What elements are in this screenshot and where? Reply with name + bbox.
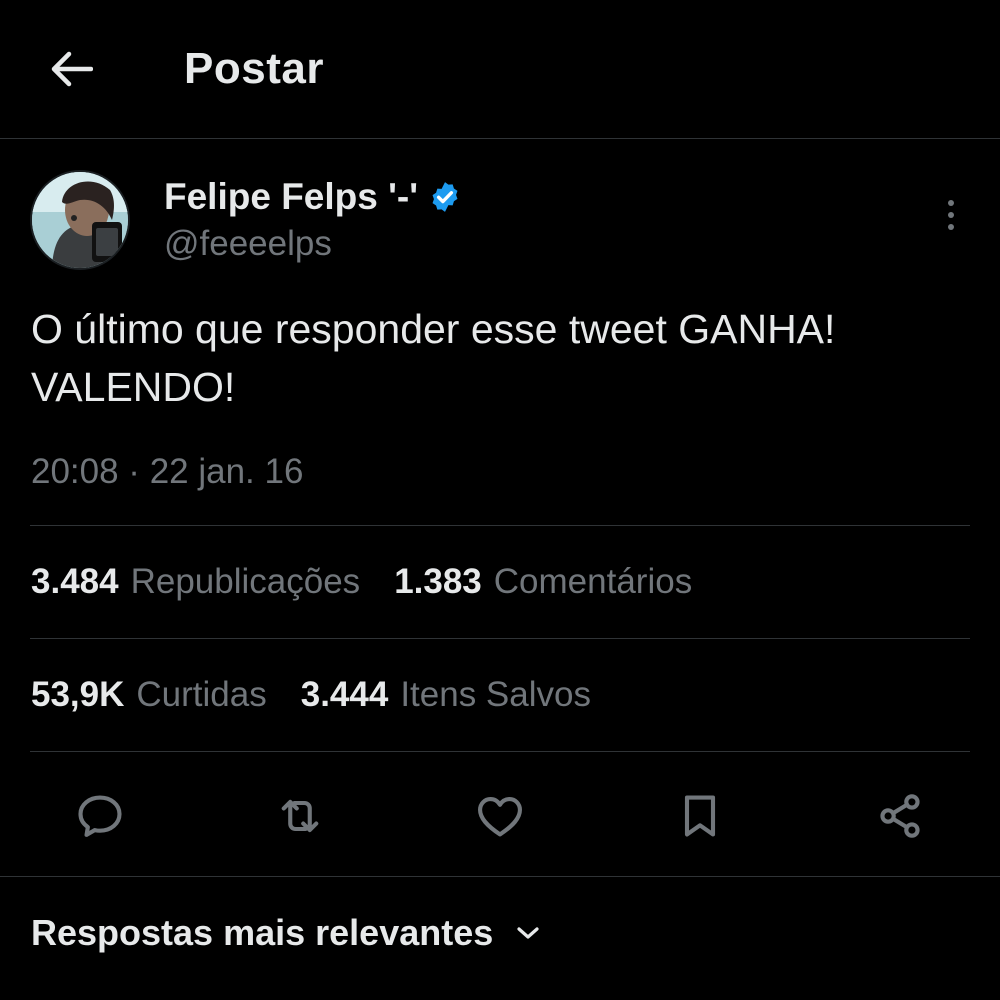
retweet-icon [281, 799, 319, 833]
more-dots-icon [948, 200, 954, 206]
back-button[interactable] [36, 34, 106, 104]
share-icon [880, 794, 920, 838]
more-dot [948, 212, 954, 218]
divider [0, 876, 1000, 877]
tweet-timestamp[interactable]: 20:08 · 22 jan. 16 [31, 452, 303, 492]
tweet-text: O último que responder esse tweet GANHA!… [31, 306, 836, 410]
comments-label: Comentários [493, 562, 693, 601]
divider [30, 638, 970, 639]
user-handle[interactable]: @feeeelps [164, 224, 332, 264]
reposts-stat[interactable]: 3.484 Republicações [31, 562, 360, 602]
chevron-down-icon [517, 927, 539, 939]
stats-row-2: 53,9K Curtidas 3.444 Itens Salvos [31, 675, 970, 715]
divider [30, 525, 970, 526]
page-title: Postar [184, 44, 324, 93]
comments-count: 1.383 [394, 562, 482, 601]
share-button[interactable] [850, 776, 950, 856]
reply-button[interactable] [50, 776, 150, 856]
display-name-row: Felipe Felps '-' [164, 176, 462, 218]
more-options-button[interactable] [936, 190, 966, 240]
bookmark-button[interactable] [650, 776, 750, 856]
avatar-image [32, 172, 128, 268]
reply-icon [78, 795, 122, 837]
like-icon [478, 797, 522, 837]
likes-label: Curtidas [136, 675, 267, 714]
post-page: Postar Felipe Felps '-' @feeeelps O últi… [0, 0, 1000, 1000]
bookmarks-stat[interactable]: 3.444 Itens Salvos [301, 675, 591, 715]
avatar[interactable] [30, 170, 130, 270]
top-bar: Postar [0, 0, 1000, 139]
more-dot [948, 224, 954, 230]
action-bar [50, 776, 950, 856]
tweet-author: Felipe Felps '-' @feeeelps [30, 170, 970, 270]
reposts-count: 3.484 [31, 562, 119, 601]
divider [30, 751, 970, 752]
verified-badge-icon [428, 180, 462, 214]
comments-stat[interactable]: 1.383 Comentários [394, 562, 692, 602]
replies-sort-label: Respostas mais relevantes [31, 912, 494, 953]
bookmarks-label: Itens Salvos [400, 675, 591, 714]
reposts-label: Republicações [130, 562, 361, 601]
likes-count: 53,9K [31, 675, 125, 714]
retweet-button[interactable] [250, 776, 350, 856]
bookmark-icon [684, 795, 716, 837]
display-name[interactable]: Felipe Felps '-' [164, 176, 418, 218]
arrow-left-icon [51, 51, 93, 87]
replies-sort-dropdown[interactable]: Respostas mais relevantes [31, 912, 541, 954]
stats-row-1: 3.484 Republicações 1.383 Comentários [31, 562, 970, 602]
likes-stat[interactable]: 53,9K Curtidas [31, 675, 267, 715]
bookmarks-count: 3.444 [300, 675, 389, 714]
like-button[interactable] [450, 776, 550, 856]
